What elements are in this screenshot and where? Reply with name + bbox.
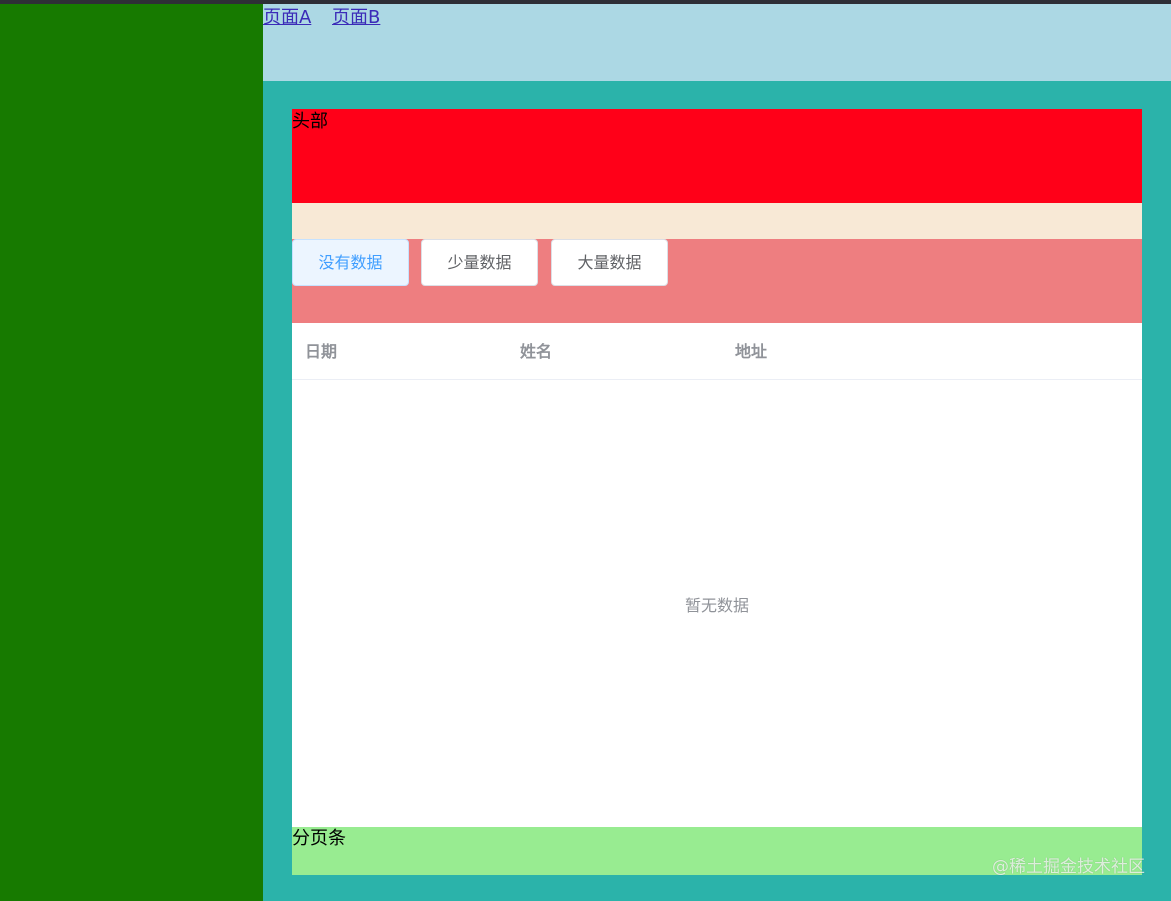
content-panel: 头部 没有数据 少量数据 大量数据 日期 姓名 地址 暂无数据 分页条 (292, 109, 1142, 875)
nav-link-page-a[interactable]: 页面A (263, 7, 311, 29)
button-area: 没有数据 少量数据 大量数据 (292, 239, 1142, 323)
sidebar (0, 4, 263, 901)
little-data-button[interactable]: 少量数据 (421, 239, 538, 286)
much-data-button[interactable]: 大量数据 (551, 239, 668, 286)
data-table: 日期 姓名 地址 暂无数据 (292, 323, 1142, 827)
column-header-name: 姓名 (520, 342, 553, 361)
column-header-date: 日期 (305, 342, 338, 361)
no-data-button[interactable]: 没有数据 (292, 239, 409, 286)
head-section: 头部 (292, 109, 1142, 203)
table-header: 日期 姓名 地址 (292, 323, 1142, 380)
spacer-strip (292, 203, 1142, 239)
pagination-label: 分页条 (292, 828, 346, 849)
main-content: 头部 没有数据 少量数据 大量数据 日期 姓名 地址 暂无数据 分页条 (263, 81, 1171, 901)
top-navbar: 页面A 页面B (263, 4, 1171, 81)
table-empty-text: 暂无数据 (684, 595, 749, 615)
head-label: 头部 (292, 111, 328, 132)
nav-link-page-b[interactable]: 页面B (332, 7, 380, 29)
watermark: @稀土掘金技术社区 (992, 857, 1145, 877)
column-header-address: 地址 (735, 342, 768, 361)
